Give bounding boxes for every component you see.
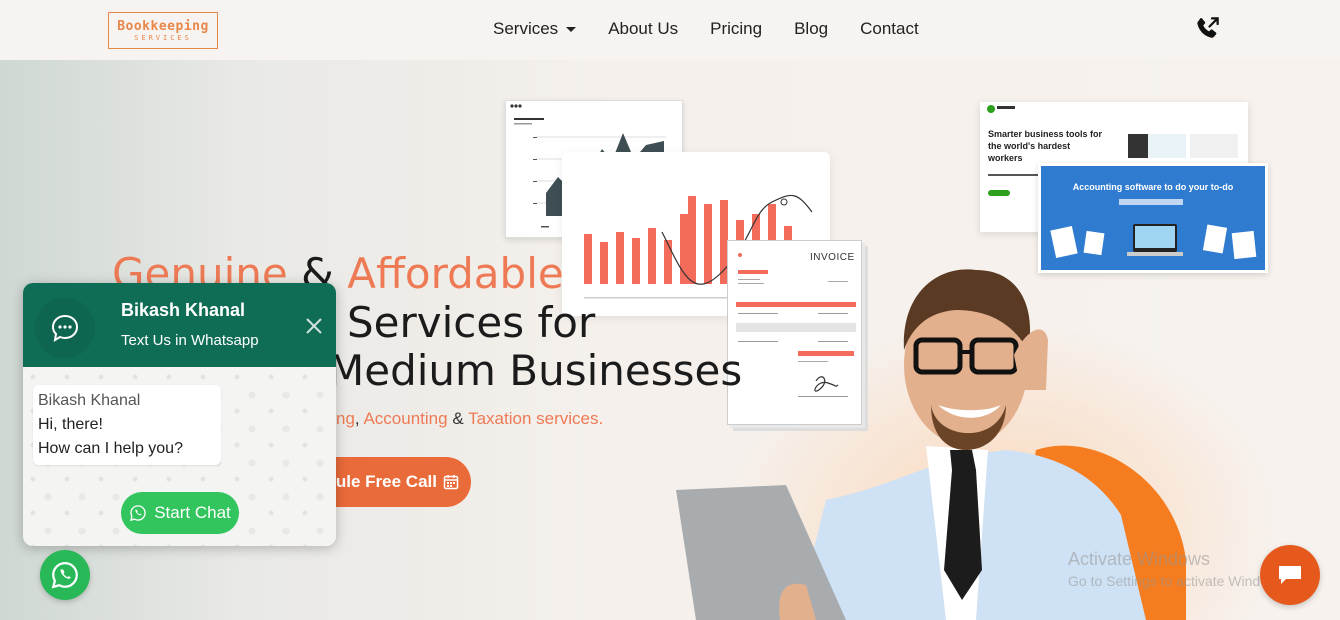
live-chat-button[interactable] [1260, 545, 1320, 605]
nav-about-us[interactable]: About Us [608, 19, 678, 39]
schedule-call-label: ule Free Call [335, 472, 437, 491]
whatsapp-agent-name: Bikash Khanal [121, 300, 246, 320]
activate-windows-title: Activate Windows [1068, 549, 1211, 569]
chat-icon [1279, 566, 1301, 584]
main-menu: Services About Us Pricing Blog Contact [493, 19, 951, 39]
whatsapp-float-button[interactable] [40, 550, 90, 600]
nav-contact[interactable]: Contact [860, 19, 919, 39]
whatsapp-icon [130, 505, 146, 522]
calendar-icon [443, 475, 459, 490]
hero-subtitle-taxation: Taxation services. [468, 409, 604, 428]
logo-subtext: SERVICES [134, 33, 192, 42]
whatsapp-subtitle: Text Us in Whatsapp [121, 332, 259, 349]
close-icon[interactable] [304, 316, 324, 336]
bubble-line-2: How can I help you? [38, 440, 183, 457]
whatsapp-popup-header: Bikash Khanal Text Us in Whatsapp [23, 283, 336, 367]
bubble-sender-name: Bikash Khanal [38, 392, 141, 409]
hero-title-line3: Medium Businesses [328, 346, 743, 395]
nav-contact-label: Contact [860, 19, 919, 38]
nav-services[interactable]: Services [493, 19, 577, 39]
activate-windows-subtitle: Go to Settings to activate Windows. [1068, 573, 1289, 589]
nav-pricing-label: Pricing [710, 19, 763, 38]
hero-subtitle: ng, Accounting & Taxation services. [336, 409, 603, 429]
bubble-line-1: Hi, there! [38, 416, 103, 433]
hero-subtitle-amp: & [452, 409, 464, 428]
whatsapp-message-bubble: Bikash Khanal Hi, there! How can I help … [33, 385, 221, 465]
whatsapp-agent-avatar [35, 298, 95, 358]
brand-logo[interactable]: Bookkeeping SERVICES [108, 12, 218, 49]
nav-blog[interactable]: Blog [794, 19, 828, 39]
logo-text: Bookkeeping [117, 18, 209, 34]
whatsapp-icon [51, 561, 78, 589]
quickbooks-headline: Smarter business tools for the world's h… [988, 129, 1103, 163]
whatsapp-popup-body: Bikash Khanal Hi, there! How can I help … [23, 367, 336, 546]
hero-title-affordable: Affordable [347, 249, 564, 298]
start-chat-button[interactable]: Start Chat [121, 492, 239, 534]
nav-pricing[interactable]: Pricing [710, 19, 762, 39]
start-chat-label: Start Chat [154, 503, 231, 522]
hero-title-line2: Services for [347, 298, 596, 347]
nav-services-label: Services [493, 19, 559, 38]
nav-about-label: About Us [608, 19, 679, 38]
hero-subtitle-comma: , [354, 409, 360, 428]
top-navbar: Bookkeeping SERVICES Services About Us P… [0, 0, 1340, 60]
nav-blog-label: Blog [794, 19, 829, 38]
phone-outgoing-icon[interactable] [1192, 14, 1222, 44]
caret-down-icon [566, 26, 577, 32]
whatsapp-chat-popup: Bikash Khanal Text Us in Whatsapp Bikash… [23, 283, 336, 546]
hero-subtitle-accounting: Accounting [363, 409, 448, 428]
hero-subtitle-part1: ng [336, 409, 355, 428]
chat-bubble-icon [51, 314, 79, 342]
